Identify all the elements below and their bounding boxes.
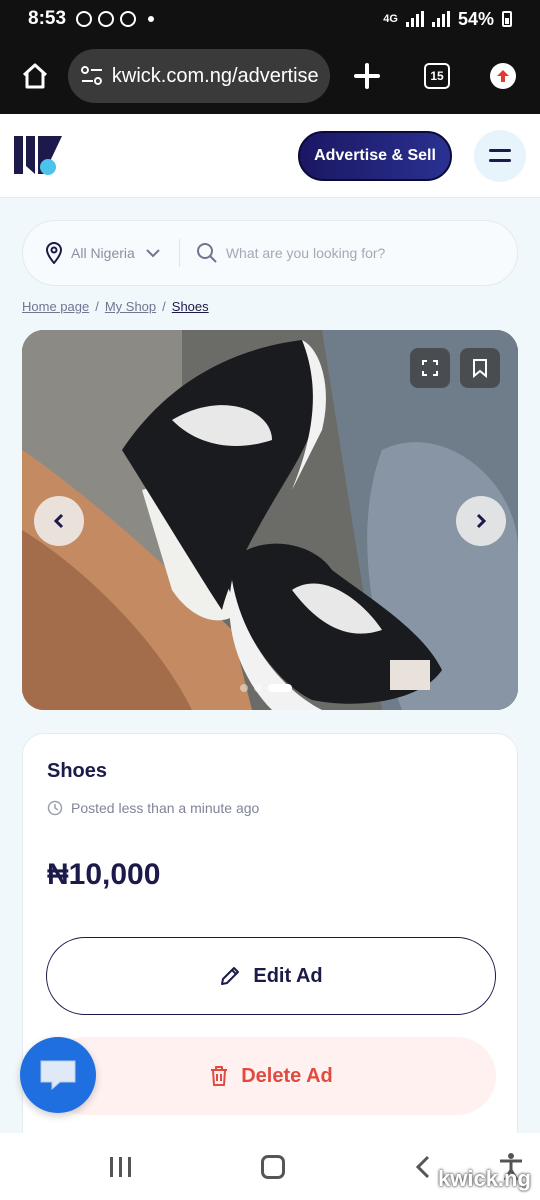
address-bar[interactable]: kwick.com.ng/advertise	[68, 49, 330, 103]
kwick-logo[interactable]	[14, 134, 64, 178]
search-input[interactable]: What are you looking for?	[226, 245, 386, 261]
system-home-button[interactable]	[261, 1155, 285, 1179]
advertise-sell-button[interactable]: Advertise & Sell	[298, 130, 452, 181]
image-gallery[interactable]	[22, 330, 518, 710]
site-header: Advertise & Sell	[0, 114, 540, 198]
chevron-down-icon[interactable]	[145, 248, 161, 258]
status-bar: 8:53 4G 54%	[0, 0, 540, 38]
more-notifications-icon	[148, 16, 155, 22]
location-pin-icon	[45, 242, 63, 264]
search-divider	[178, 239, 180, 267]
delete-ad-label: Delete Ad	[241, 1064, 333, 1087]
chat-bubble-icon	[40, 1060, 76, 1091]
chevron-right-icon	[476, 513, 487, 529]
network-label: 4G	[383, 13, 398, 25]
bookmark-button[interactable]	[460, 348, 500, 388]
edit-ad-button[interactable]: Edit Ad	[46, 937, 496, 1015]
pencil-icon	[221, 967, 240, 985]
hamburger-icon	[489, 149, 511, 152]
search-bar: All Nigeria What are you looking for?	[22, 220, 518, 286]
breadcrumb: Home page / My Shop / Shoes	[22, 299, 209, 314]
search-icon	[196, 243, 217, 263]
next-image-button[interactable]	[456, 496, 506, 546]
breadcrumb-separator: /	[162, 299, 166, 314]
pagination-dot[interactable]	[254, 684, 262, 692]
app-notification-icon	[98, 11, 115, 27]
update-button[interactable]	[490, 63, 516, 89]
url-text: kwick.com.ng/advertise	[111, 64, 318, 87]
menu-button[interactable]	[474, 129, 526, 182]
breadcrumb-current[interactable]: Shoes	[172, 299, 209, 314]
bookmark-icon	[473, 359, 487, 378]
previous-image-button[interactable]	[34, 496, 84, 546]
update-arrow-icon	[497, 70, 509, 82]
clock-icon	[47, 800, 63, 816]
back-icon[interactable]	[414, 1154, 432, 1180]
shutter-icon	[120, 11, 137, 27]
signal-icon-2	[431, 11, 450, 27]
delete-ad-button[interactable]: Delete Ad	[46, 1037, 496, 1115]
expand-icon	[422, 360, 438, 376]
notification-icons	[76, 11, 155, 27]
recents-button[interactable]	[110, 1157, 131, 1177]
pagination-dot-active[interactable]	[268, 684, 292, 692]
breadcrumb-separator: /	[95, 299, 99, 314]
watermark-text: kwick.ng	[438, 1166, 531, 1191]
site-settings-icon[interactable]	[80, 65, 104, 87]
chat-button[interactable]	[20, 1037, 96, 1113]
listing-price: ₦10,000	[47, 858, 161, 891]
browser-home-button[interactable]	[14, 55, 56, 97]
fullscreen-button[interactable]	[410, 348, 450, 388]
listing-title: Shoes	[47, 760, 108, 782]
breadcrumb-shop[interactable]: My Shop	[105, 299, 156, 314]
pagination-dot[interactable]	[240, 684, 248, 692]
gallery-pagination	[240, 684, 292, 692]
signal-icon	[405, 11, 424, 27]
chevron-left-icon	[53, 513, 64, 529]
location-select[interactable]: All Nigeria	[71, 245, 135, 261]
battery-icon	[502, 11, 512, 27]
trash-icon	[211, 1066, 228, 1086]
browser-toolbar: kwick.com.ng/advertise 15	[0, 38, 540, 114]
posted-time: Posted less than a minute ago	[47, 800, 259, 816]
status-time: 8:53	[28, 8, 67, 29]
tab-switcher-button[interactable]: 15	[424, 63, 450, 89]
new-tab-button[interactable]	[352, 61, 382, 91]
listing-details-card: Shoes Posted less than a minute ago ₦10,…	[22, 733, 518, 1153]
breadcrumb-home[interactable]: Home page	[22, 299, 89, 314]
battery-percent: 54%	[457, 8, 494, 29]
posted-text: Posted less than a minute ago	[71, 800, 260, 816]
whatsapp-icon	[76, 11, 93, 27]
edit-ad-label: Edit Ad	[253, 964, 323, 987]
home-icon	[22, 63, 48, 89]
